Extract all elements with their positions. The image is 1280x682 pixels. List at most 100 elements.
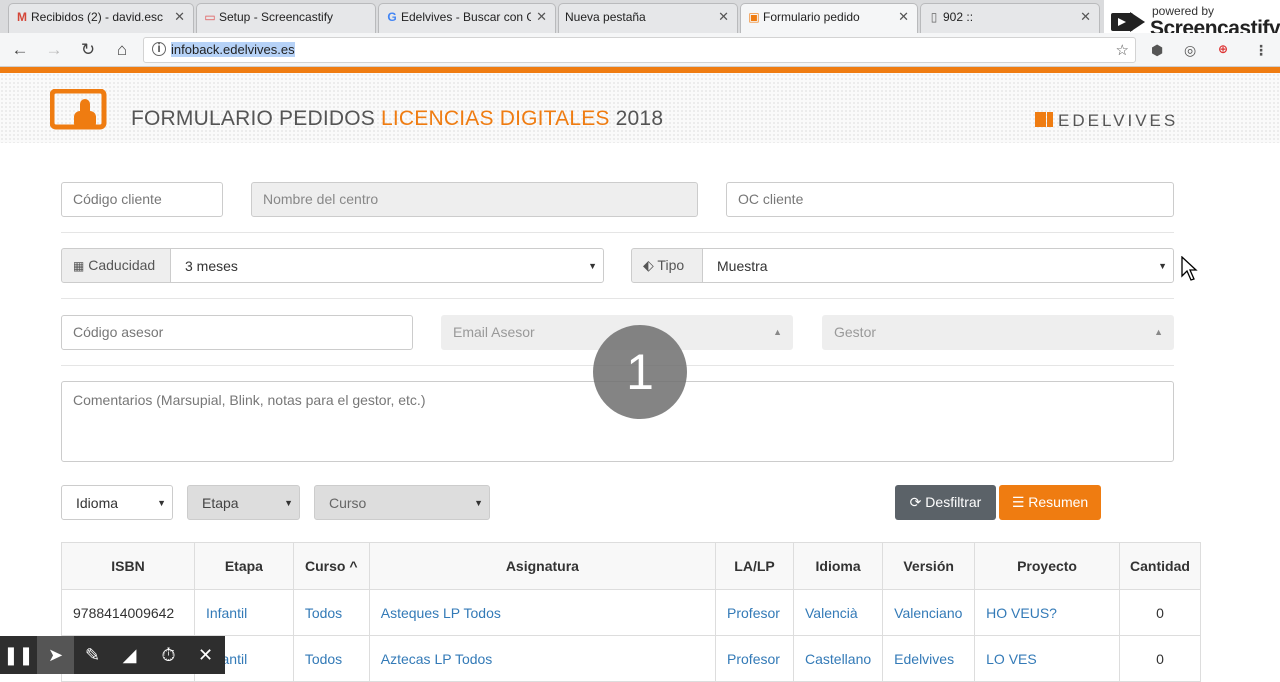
- brand-logo: EDELVIVES: [1035, 111, 1178, 131]
- caducidad-addon: ▦ Caducidad: [61, 248, 171, 283]
- edelvives-icon: ▣: [748, 10, 760, 24]
- tipo-addon: ⬖ Tipo: [631, 248, 703, 283]
- chevron-down-icon: ▼: [157, 498, 166, 508]
- tab-google-search[interactable]: G Edelvives - Buscar con G ✕: [378, 3, 556, 33]
- idioma-filter-select[interactable]: Idioma ▼: [61, 485, 173, 520]
- tab-902[interactable]: ▯ 902 :: ✕: [920, 3, 1100, 33]
- codigo-cliente-input[interactable]: Código cliente: [61, 182, 223, 217]
- screencastify-icon: ▭: [204, 10, 216, 24]
- screencastify-logo-icon: [1111, 12, 1145, 32]
- pen-icon[interactable]: ✎: [74, 636, 111, 674]
- table-header-row: ISBN Etapa Curso ^ Asignatura LA/LP Idio…: [61, 542, 1202, 590]
- nombre-centro-input: Nombre del centro: [251, 182, 698, 217]
- menu-kebab-icon[interactable]: ⋮: [1254, 42, 1268, 59]
- refresh-icon: ⟳: [909, 494, 922, 510]
- gestor-select: Gestor ▲: [822, 315, 1174, 350]
- col-curso[interactable]: Curso ^: [292, 542, 370, 590]
- cell-version[interactable]: Valenciano: [882, 589, 976, 636]
- extension-badge-icon[interactable]: ⊕: [1218, 42, 1228, 56]
- products-table: ISBN Etapa Curso ^ Asignatura LA/LP Idio…: [61, 542, 1202, 682]
- cell-idioma[interactable]: Valencià: [792, 589, 884, 636]
- cell-proyecto[interactable]: LO VES: [974, 635, 1120, 682]
- col-version[interactable]: Versión: [882, 542, 976, 590]
- extension-icon[interactable]: ⬢: [1151, 42, 1163, 59]
- cell-la-lp[interactable]: Profesor: [715, 589, 794, 636]
- col-idioma[interactable]: Idioma: [792, 542, 884, 590]
- close-icon[interactable]: ✕: [187, 636, 224, 674]
- divider: [61, 232, 1174, 233]
- tab-formulario-pedido[interactable]: ▣ Formulario pedido ✕: [740, 3, 918, 33]
- codigo-asesor-input[interactable]: Código asesor: [61, 315, 413, 350]
- close-tab-icon[interactable]: ✕: [898, 4, 909, 30]
- cell-cantidad[interactable]: 0: [1118, 635, 1202, 682]
- chevron-down-icon: ▼: [474, 498, 483, 508]
- tab-screencastify-setup[interactable]: ▭ Setup - Screencastify: [196, 3, 376, 33]
- cell-etapa[interactable]: Infantil: [193, 589, 294, 636]
- chevron-down-icon: ▼: [284, 498, 293, 508]
- reload-icon[interactable]: ↻: [78, 39, 98, 61]
- table-row: Infantil Todos Aztecas LP Todos Profesor…: [61, 635, 1202, 682]
- extension-icon[interactable]: ◎: [1184, 42, 1196, 59]
- eraser-icon[interactable]: ◢: [111, 636, 148, 674]
- col-la-lp[interactable]: LA/LP: [715, 542, 794, 590]
- cell-la-lp[interactable]: Profesor: [715, 635, 794, 682]
- close-tab-icon[interactable]: ✕: [536, 4, 547, 30]
- pause-icon[interactable]: ❚❚: [0, 636, 37, 674]
- cell-asignatura[interactable]: Asteques LP Todos: [368, 589, 717, 636]
- cell-idioma[interactable]: Castellano: [792, 635, 884, 682]
- resumen-button[interactable]: ☰ Resumen: [999, 485, 1101, 520]
- divider: [61, 298, 1174, 299]
- chevron-up-icon: ▲: [773, 327, 782, 337]
- tag-icon: ⬖: [643, 257, 654, 273]
- cursor-tool-icon[interactable]: ➤: [37, 636, 74, 674]
- step-number-overlay: 1: [593, 325, 687, 419]
- desfiltrar-button[interactable]: ⟳ Desfiltrar: [895, 485, 996, 520]
- google-icon: G: [387, 10, 397, 24]
- page-icon: ▯: [930, 10, 938, 24]
- curso-filter-select[interactable]: Curso ▼: [314, 485, 490, 520]
- cell-curso[interactable]: Todos: [292, 635, 370, 682]
- address-bar[interactable]: i infoback.edelvives.es ☆: [143, 37, 1136, 63]
- browser-toolbar: ← → ↻ ⌂ i infoback.edelvives.es ☆ ⬢ ◎ ⊕ …: [0, 33, 1280, 67]
- col-etapa[interactable]: Etapa: [193, 542, 294, 590]
- close-tab-icon[interactable]: ✕: [174, 4, 185, 30]
- mouse-cursor-icon: [1181, 256, 1198, 281]
- cell-isbn: 9788414009642: [61, 589, 195, 636]
- tablet-hand-logo-icon: [50, 89, 107, 130]
- chevron-down-icon: ▼: [1158, 261, 1167, 271]
- cell-version[interactable]: Edelvives: [882, 635, 976, 682]
- calendar-icon: ▦: [73, 259, 85, 273]
- tab-nueva-pestana[interactable]: Nueva pestaña ✕: [558, 3, 738, 33]
- recording-toolbar: ❚❚ ➤ ✎ ◢ ⏱ ✕: [0, 636, 225, 674]
- browser-tab-strip: M Recibidos (2) - david.esc ✕ ▭ Setup - …: [0, 0, 1280, 33]
- col-cantidad[interactable]: Cantidad: [1118, 542, 1202, 590]
- timer-icon[interactable]: ⏱: [150, 636, 187, 674]
- tipo-select[interactable]: Muestra ▼: [702, 248, 1174, 283]
- cell-cantidad[interactable]: 0: [1118, 589, 1202, 636]
- info-icon[interactable]: i: [152, 42, 166, 56]
- col-proyecto[interactable]: Proyecto: [974, 542, 1120, 590]
- table-row: 9788414009642 Infantil Todos Asteques LP…: [61, 589, 1202, 636]
- close-tab-icon[interactable]: ✕: [1080, 4, 1091, 30]
- oc-cliente-input[interactable]: OC cliente: [726, 182, 1174, 217]
- page-title: FORMULARIO PEDIDOS LICENCIAS DIGITALES 2…: [131, 107, 664, 130]
- cell-asignatura[interactable]: Aztecas LP Todos: [368, 635, 717, 682]
- url-text[interactable]: infoback.edelvives.es: [171, 42, 295, 57]
- tab-gmail[interactable]: M Recibidos (2) - david.esc ✕: [8, 3, 194, 33]
- chevron-up-icon: ▲: [1154, 327, 1163, 337]
- chevron-down-icon: ▼: [588, 261, 597, 271]
- cell-curso[interactable]: Todos: [292, 589, 370, 636]
- page-header: FORMULARIO PEDIDOS LICENCIAS DIGITALES 2…: [0, 73, 1280, 143]
- powered-by-label: powered by: [1152, 4, 1215, 18]
- cell-proyecto[interactable]: HO VEUS?: [974, 589, 1120, 636]
- forward-arrow-icon[interactable]: →: [44, 39, 64, 61]
- list-icon: ☰: [1011, 494, 1025, 510]
- home-icon[interactable]: ⌂: [112, 39, 132, 61]
- col-asignatura[interactable]: Asignatura: [368, 542, 717, 590]
- col-isbn[interactable]: ISBN: [61, 542, 195, 590]
- bookmark-star-icon[interactable]: ☆: [1116, 41, 1129, 59]
- back-arrow-icon[interactable]: ←: [10, 39, 30, 61]
- etapa-filter-select[interactable]: Etapa ▼: [187, 485, 300, 520]
- close-tab-icon[interactable]: ✕: [718, 4, 729, 30]
- caducidad-select[interactable]: 3 meses ▼: [170, 248, 604, 283]
